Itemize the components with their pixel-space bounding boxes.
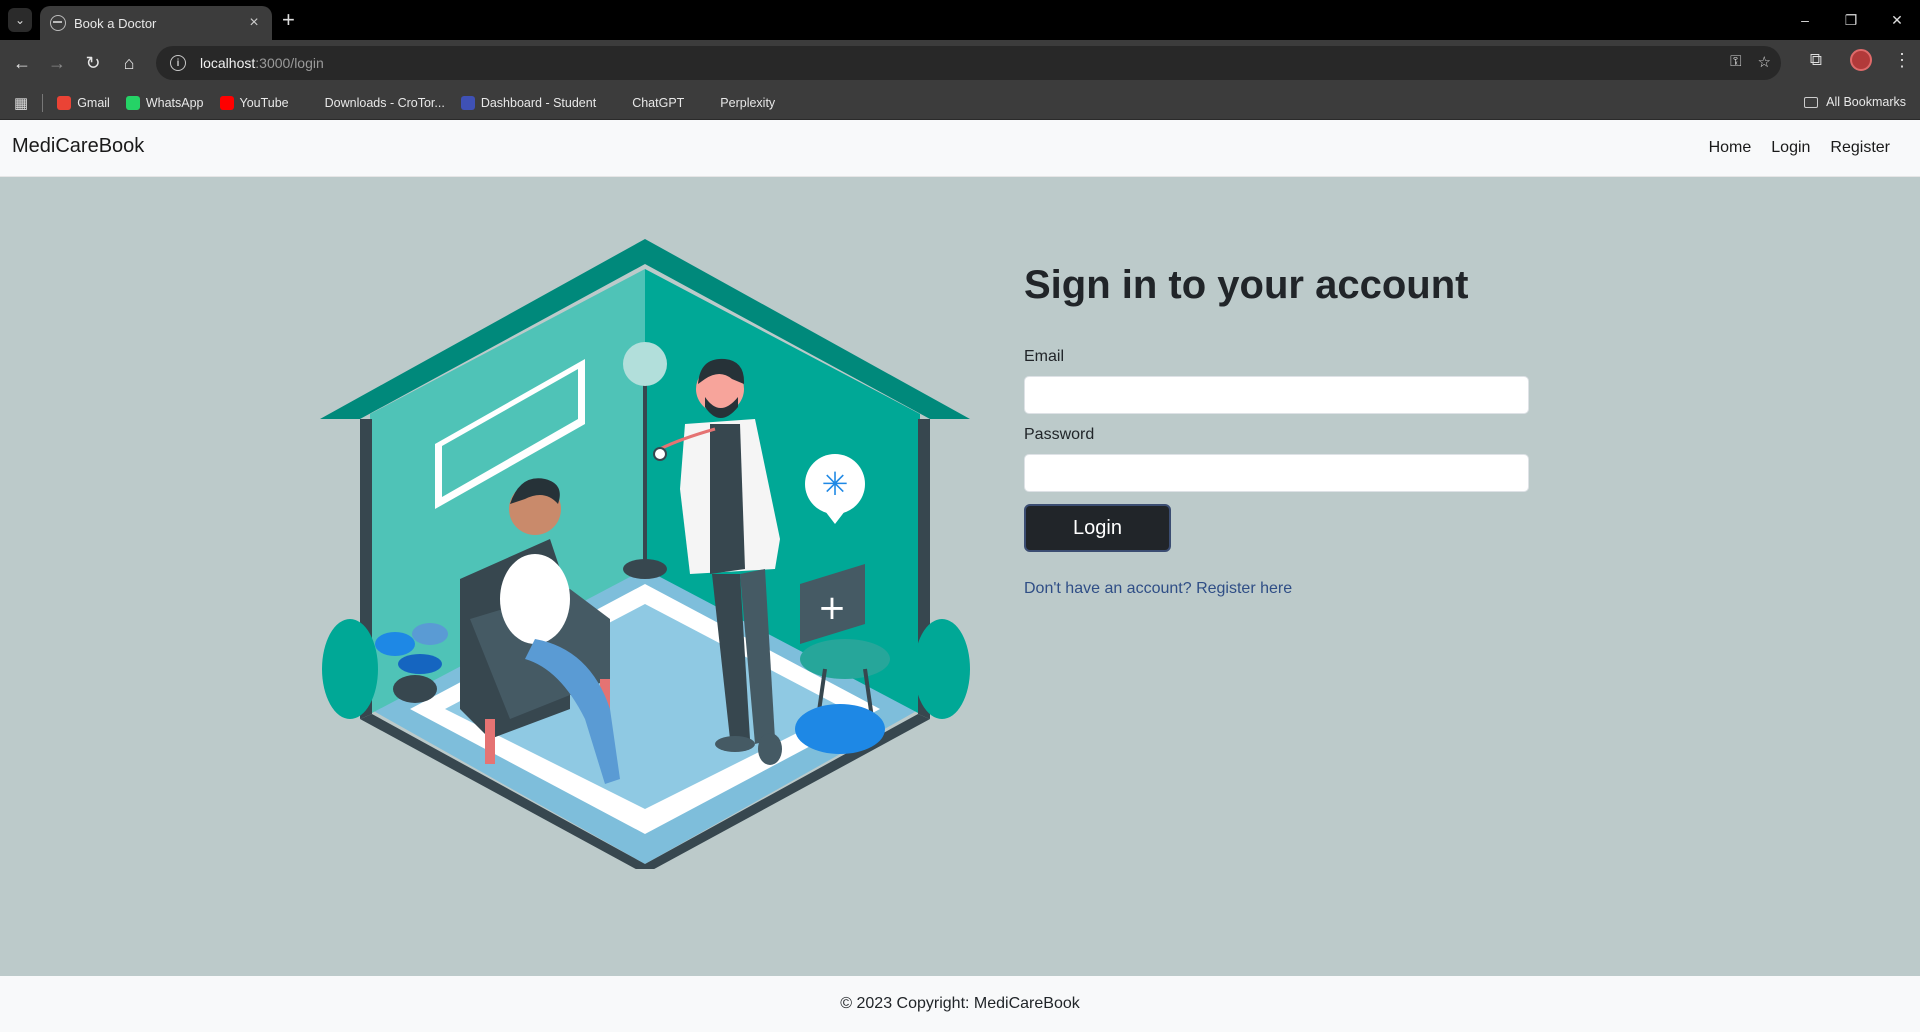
tab-title: Book a Doctor bbox=[74, 15, 157, 31]
close-window-icon[interactable]: ✕ bbox=[1874, 0, 1920, 40]
bookmark-item[interactable]: Gmail bbox=[57, 95, 110, 110]
password-field[interactable] bbox=[1024, 454, 1529, 492]
bookmark-star-icon[interactable]: ☆ bbox=[1758, 53, 1771, 71]
bookmark-label: YouTube bbox=[239, 95, 289, 110]
bookmark-item[interactable]: YouTube bbox=[219, 95, 289, 110]
doctor-visit-illustration: ✳ + bbox=[320, 239, 970, 869]
url-host: localhost bbox=[200, 55, 256, 71]
register-link[interactable]: Don't have an account? Register here bbox=[1024, 580, 1529, 598]
bookmark-label: ChatGPT bbox=[632, 95, 685, 110]
all-bookmarks-label: All Bookmarks bbox=[1826, 95, 1906, 109]
all-bookmarks-button[interactable]: All Bookmarks bbox=[1804, 95, 1906, 109]
whatsapp-icon bbox=[125, 95, 140, 110]
close-tab-icon[interactable]: × bbox=[246, 14, 262, 32]
email-label: Email bbox=[1024, 348, 1065, 365]
minimize-icon[interactable]: – bbox=[1782, 0, 1828, 40]
address-bar[interactable]: i localhost:3000/login ⚿ ☆ bbox=[156, 46, 1781, 80]
bookmarks-bar: ▦ Gmail WhatsApp YouTube Downloads - CroTor… bbox=[0, 86, 1920, 120]
nav-link-register[interactable]: Register bbox=[1830, 139, 1890, 157]
gmail-icon bbox=[57, 95, 72, 110]
tab-search-button[interactable]: ⌄ bbox=[8, 8, 32, 32]
home-icon[interactable]: ⌂ bbox=[115, 49, 143, 77]
login-button[interactable]: Login bbox=[1024, 504, 1171, 552]
site-brand[interactable]: MediCareBook bbox=[12, 135, 144, 158]
bookmark-item[interactable]: Perplexity bbox=[700, 95, 776, 110]
site-navbar: MediCareBook Home Login Register bbox=[0, 120, 1920, 177]
download-icon bbox=[304, 95, 319, 110]
forward-icon[interactable]: → bbox=[43, 49, 71, 77]
svg-text:+: + bbox=[818, 588, 847, 628]
bookmark-item[interactable]: WhatsApp bbox=[125, 95, 204, 110]
login-form: Sign in to your account Email Password L… bbox=[1024, 263, 1529, 598]
window-controls: – ❐ ✕ bbox=[1782, 0, 1920, 40]
bookmark-label: Downloads - CroTor... bbox=[324, 95, 445, 110]
back-icon[interactable]: ← bbox=[8, 49, 36, 77]
nav-link-login[interactable]: Login bbox=[1771, 139, 1810, 157]
email-field[interactable] bbox=[1024, 376, 1529, 414]
browser-tab[interactable]: Book a Doctor × bbox=[40, 6, 272, 40]
reload-icon[interactable]: ↻ bbox=[79, 49, 107, 77]
page-viewport: MediCareBook Home Login Register ✳ + Sig… bbox=[0, 120, 1920, 1032]
bookmark-label: Dashboard - Student bbox=[480, 95, 597, 110]
bookmark-item[interactable]: Downloads - CroTor... bbox=[304, 95, 445, 110]
nav-link-home[interactable]: Home bbox=[1709, 139, 1752, 157]
password-label: Password bbox=[1024, 426, 1095, 443]
site-footer: © 2023 Copyright: MediCareBook bbox=[0, 976, 1920, 1032]
new-tab-button[interactable]: + bbox=[282, 8, 295, 32]
profile-avatar[interactable] bbox=[1850, 49, 1872, 71]
globe-icon bbox=[50, 15, 66, 31]
svg-text:✳: ✳ bbox=[822, 465, 849, 503]
bookmark-item[interactable]: Dashboard - Student bbox=[460, 95, 597, 110]
chatgpt-icon bbox=[612, 95, 627, 110]
apps-grid-icon[interactable]: ▦ bbox=[14, 94, 28, 112]
bookmark-label: WhatsApp bbox=[145, 95, 204, 110]
bookmark-label: Perplexity bbox=[720, 95, 776, 110]
bookmark-label: Gmail bbox=[77, 95, 110, 110]
url-path: :3000/login bbox=[255, 55, 324, 71]
browser-toolbar: ← → ↻ ⌂ i localhost:3000/login ⚿ ☆ ⧉ ⋮ bbox=[0, 40, 1920, 86]
extensions-icon[interactable]: ⧉ bbox=[1802, 50, 1830, 70]
site-info-icon[interactable]: i bbox=[170, 55, 186, 71]
copyright-text: © 2023 Copyright: MediCareBook bbox=[840, 995, 1080, 1012]
folder-icon bbox=[1804, 96, 1819, 108]
browser-tab-strip: ⌄ Book a Doctor × + – ❐ ✕ bbox=[0, 0, 1920, 40]
dashboard-icon bbox=[460, 95, 475, 110]
login-heading: Sign in to your account bbox=[1024, 263, 1469, 307]
nav-links: Home Login Register bbox=[1709, 139, 1890, 157]
restore-icon[interactable]: ❐ bbox=[1828, 0, 1874, 40]
bookmarks-separator bbox=[42, 93, 44, 112]
perplexity-icon bbox=[700, 95, 715, 110]
youtube-icon bbox=[219, 95, 234, 110]
bookmark-item[interactable]: ChatGPT bbox=[612, 95, 685, 110]
password-key-icon[interactable]: ⚿ bbox=[1730, 53, 1741, 71]
browser-menu-icon[interactable]: ⋮ bbox=[1890, 50, 1914, 71]
login-section: ✳ + Sign in to your account Email Passwo… bbox=[0, 177, 1920, 976]
